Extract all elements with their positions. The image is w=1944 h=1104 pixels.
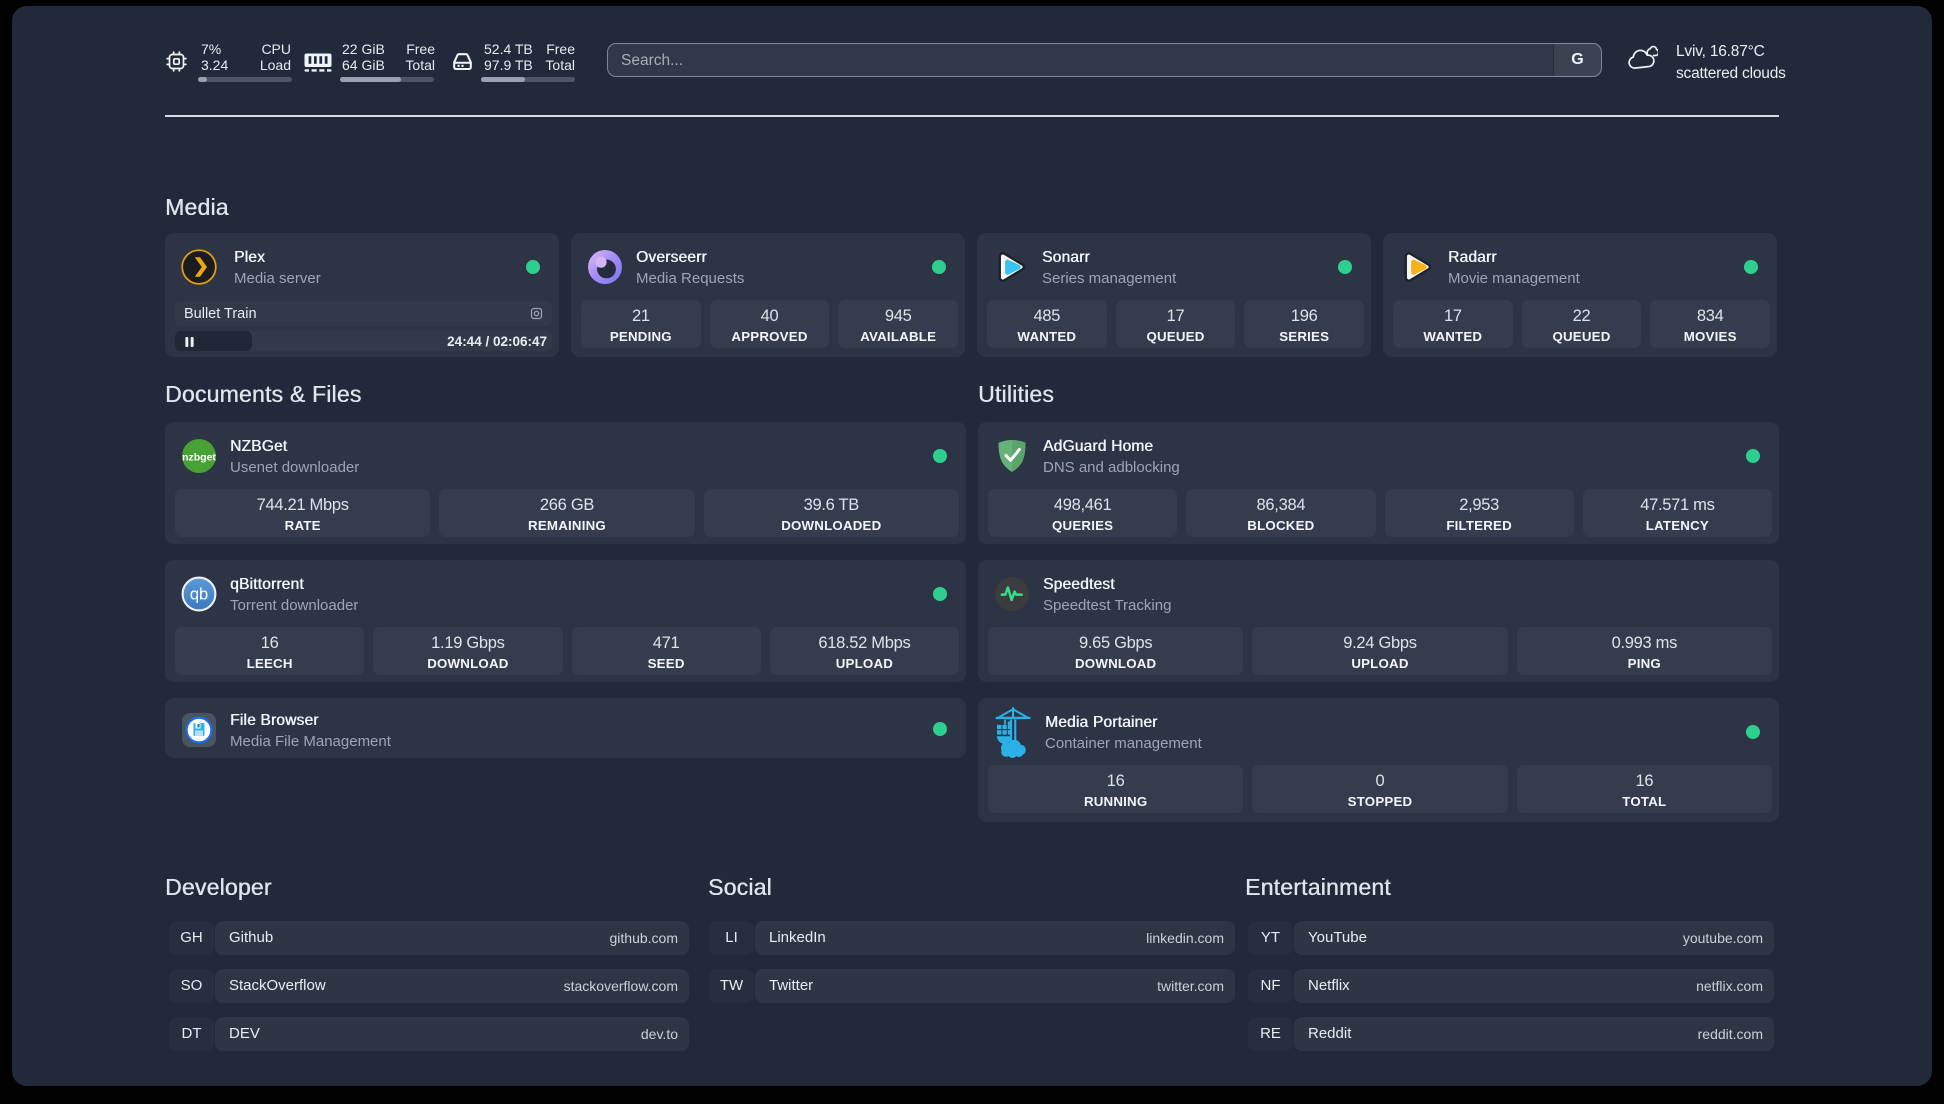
svg-text:nzbget: nzbget bbox=[182, 452, 216, 464]
svg-text:qb: qb bbox=[190, 586, 208, 604]
